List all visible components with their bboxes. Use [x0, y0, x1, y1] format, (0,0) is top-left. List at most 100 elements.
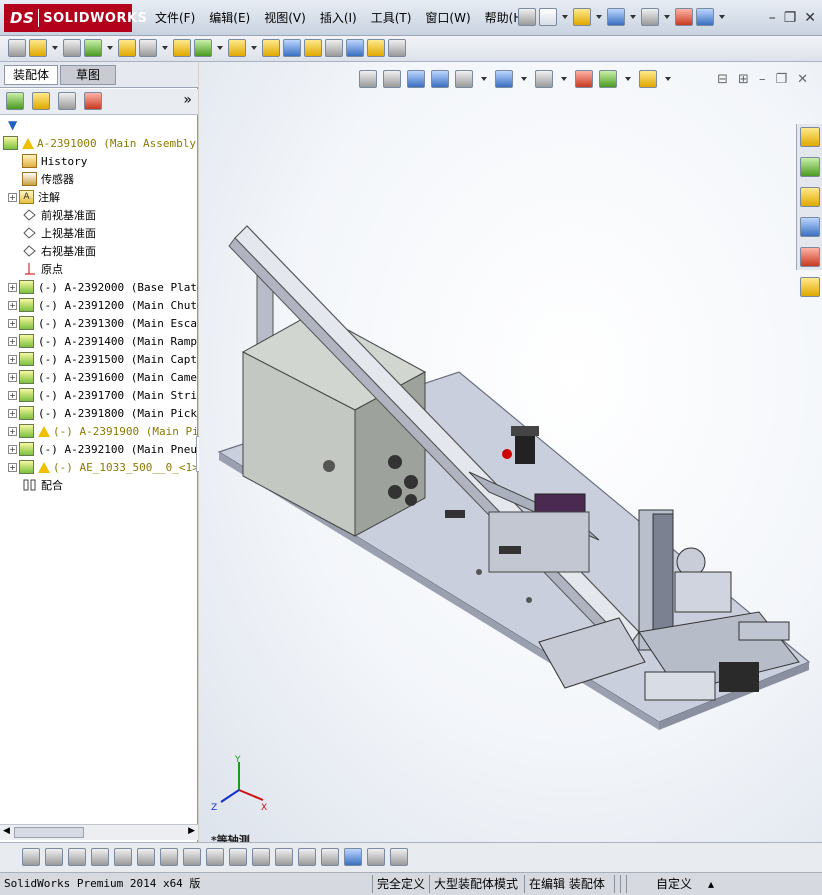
- expand-icon[interactable]: +: [8, 444, 17, 454]
- show-hidden-icon[interactable]: [173, 39, 191, 57]
- tree-item-history[interactable]: History: [22, 152, 87, 170]
- tree-component[interactable]: + (-) AE_1033_500__0_<1>: [8, 458, 198, 476]
- four-view-icon[interactable]: [390, 848, 408, 866]
- bill-of-materials-icon[interactable]: [283, 39, 301, 57]
- expand-icon[interactable]: +: [8, 300, 17, 310]
- open-folder-icon[interactable]: [573, 8, 591, 26]
- menu-insert[interactable]: 插入(I): [313, 10, 364, 26]
- single-view-icon[interactable]: [367, 848, 385, 866]
- tree-component[interactable]: + (-) A-2391200 (Main Chute: [8, 296, 198, 314]
- expand-icon[interactable]: +: [8, 426, 17, 436]
- rebuild-traffic-light-icon[interactable]: [675, 8, 693, 26]
- status-large-assembly-mode[interactable]: 大型装配体模式: [434, 876, 518, 892]
- solidworks-resources-icon[interactable]: [800, 127, 820, 147]
- menu-tools[interactable]: 工具(T): [364, 10, 419, 26]
- line-icon[interactable]: [68, 848, 86, 866]
- property-manager-icon[interactable]: [32, 92, 50, 110]
- appearances-icon[interactable]: [800, 247, 820, 267]
- tree-horizontal-scrollbar[interactable]: ◀ ▶: [0, 824, 198, 840]
- point-icon[interactable]: [22, 848, 40, 866]
- tree-item-sensors[interactable]: 传感器: [22, 170, 74, 188]
- expand-icon[interactable]: +: [8, 354, 17, 364]
- exploded-view-icon[interactable]: [304, 39, 322, 57]
- units-custom[interactable]: 自定义: [656, 876, 692, 892]
- move-component-icon[interactable]: [139, 39, 157, 57]
- tree-item-mates[interactable]: 配合: [22, 476, 63, 494]
- restore-icon[interactable]: ❐: [784, 10, 797, 26]
- tree-component[interactable]: + (-) A-2392100 (Main Pneum: [8, 440, 198, 458]
- menu-window[interactable]: 窗口(W): [418, 10, 477, 26]
- tree-component[interactable]: + (-) A-2391700 (Main Stripp: [8, 386, 198, 404]
- filter-icon[interactable]: ▼: [8, 118, 17, 132]
- design-library-icon[interactable]: [800, 157, 820, 177]
- tree-item-origin[interactable]: 原点: [22, 260, 63, 278]
- units-caret-icon[interactable]: ▴: [708, 876, 714, 892]
- configuration-manager-icon[interactable]: [58, 92, 76, 110]
- angle-icon[interactable]: [137, 848, 155, 866]
- tree-component[interactable]: + (-) A-2391800 (Main Pickup: [8, 404, 198, 422]
- trim-icon[interactable]: [114, 848, 132, 866]
- grid-icon[interactable]: [298, 848, 316, 866]
- large-assembly-icon[interactable]: [388, 39, 406, 57]
- smart-fasteners-icon[interactable]: [118, 39, 136, 57]
- tree-component[interactable]: + (-) A-2391600 (Main Camera: [8, 368, 198, 386]
- expand-icon[interactable]: +: [8, 372, 17, 382]
- mate-icon[interactable]: [63, 39, 81, 57]
- custom-properties-icon[interactable]: [800, 277, 820, 297]
- tree-item-right-plane[interactable]: 右视基准面: [22, 242, 96, 260]
- file-explorer-icon[interactable]: [800, 187, 820, 207]
- insert-components-icon[interactable]: [29, 39, 47, 57]
- expand-icon[interactable]: +: [8, 318, 17, 328]
- display-manager-icon[interactable]: [84, 92, 102, 110]
- mirror-icon[interactable]: [206, 848, 224, 866]
- expand-icon[interactable]: +: [8, 192, 17, 202]
- menu-file[interactable]: 文件(F): [148, 10, 202, 26]
- close-icon[interactable]: ✕: [804, 10, 816, 26]
- expand-panel-icon[interactable]: »: [183, 92, 192, 108]
- corner-icon[interactable]: [229, 848, 247, 866]
- print-icon[interactable]: [641, 8, 659, 26]
- shaded-cube-icon[interactable]: [344, 848, 362, 866]
- feature-manager-icon[interactable]: [6, 92, 24, 110]
- reference-geometry-icon[interactable]: [228, 39, 246, 57]
- assembly-features-icon[interactable]: [194, 39, 212, 57]
- expand-icon[interactable]: +: [8, 462, 17, 472]
- tree-component[interactable]: + (-) A-2391300 (Main Escape: [8, 314, 198, 332]
- view-palette-icon[interactable]: [800, 217, 820, 237]
- relation-icon[interactable]: [321, 848, 339, 866]
- linear-pattern-icon[interactable]: [84, 39, 102, 57]
- tree-item-front-plane[interactable]: 前视基准面: [22, 206, 96, 224]
- minimize-icon[interactable]: –: [769, 10, 776, 26]
- scroll-left-icon[interactable]: ◀: [3, 826, 10, 836]
- tree-root[interactable]: A-2391000 (Main Assembly): [3, 134, 198, 152]
- tree-item-annotations[interactable]: + A 注解: [8, 188, 60, 206]
- scroll-right-icon[interactable]: ▶: [188, 826, 195, 836]
- explode-line-sketch-icon[interactable]: [325, 39, 343, 57]
- graphics-area[interactable]: ⊟ ⊞ – ❐ ✕ Y X Z *等轴测: [199, 62, 822, 847]
- tree-component[interactable]: + (-) A-2391400 (Main Ramp A: [8, 332, 198, 350]
- expand-icon[interactable]: +: [8, 336, 17, 346]
- new-document-icon[interactable]: [539, 8, 557, 26]
- assembly-model-render[interactable]: [199, 62, 822, 842]
- save-icon[interactable]: [607, 8, 625, 26]
- circle-icon[interactable]: [45, 848, 63, 866]
- expand-icon[interactable]: +: [8, 408, 17, 418]
- scroll-thumb[interactable]: [14, 827, 84, 838]
- edit-component-icon[interactable]: [8, 39, 26, 57]
- tab-sketch[interactable]: 草图: [60, 65, 116, 85]
- pin-icon[interactable]: [518, 8, 536, 26]
- construction-geometry-icon[interactable]: [252, 848, 270, 866]
- tree-item-top-plane[interactable]: 上视基准面: [22, 224, 96, 242]
- instant3d-icon[interactable]: [367, 39, 385, 57]
- polygon-icon[interactable]: [91, 848, 109, 866]
- menu-edit[interactable]: 编辑(E): [202, 10, 257, 26]
- tree-component[interactable]: + (-) A-2391500 (Main Captur: [8, 350, 198, 368]
- tab-assembly[interactable]: 装配体: [4, 65, 59, 85]
- tree-component[interactable]: + (-) A-2391900 (Main Pic: [8, 422, 198, 440]
- solidworks-logo[interactable]: DS SOLIDWORKS: [4, 4, 147, 32]
- tree-component[interactable]: + (-) A-2392000 (Base Plate: [8, 278, 198, 296]
- dimension-icon[interactable]: [275, 848, 293, 866]
- expand-icon[interactable]: +: [8, 282, 17, 292]
- interference-detection-icon[interactable]: [346, 39, 364, 57]
- help-icon[interactable]: [696, 8, 714, 26]
